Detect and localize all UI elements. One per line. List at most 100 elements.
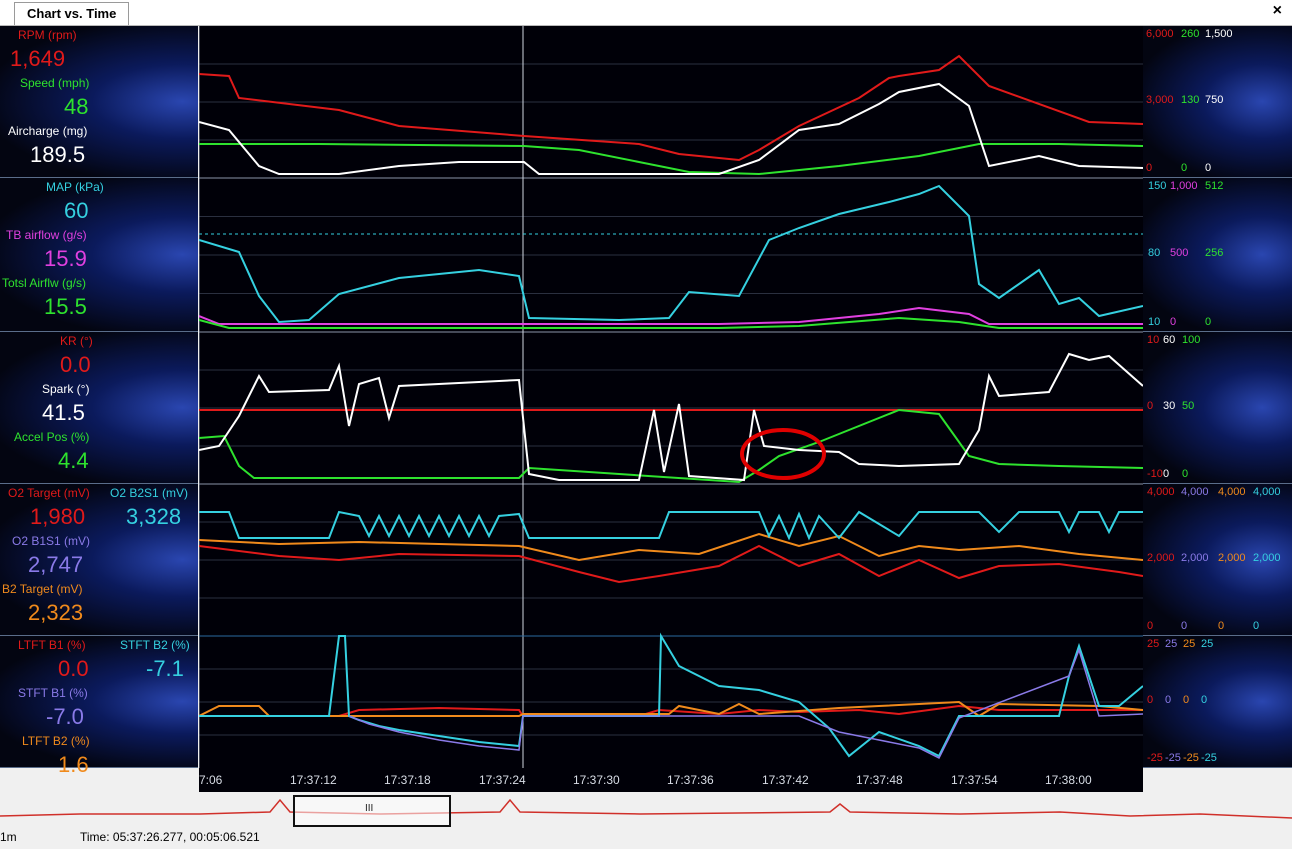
scale-top: 6,000: [1146, 28, 1174, 40]
scale-bot: 0: [1205, 162, 1212, 174]
scale-bot: 10: [1148, 316, 1161, 328]
channel-name: MAP (kPa): [46, 180, 104, 194]
scale-top: 25: [1147, 638, 1160, 650]
channel-name: STFT B2 (%): [120, 638, 190, 652]
channel-value: 2,747: [28, 552, 84, 577]
channel-value: 15.5: [44, 294, 87, 319]
overview-trace: [0, 798, 1292, 819]
panel-2-labels: MAP (kPa) 60 TB airflow (g/s) 15.9 Totsl Air…: [0, 178, 198, 332]
scale-bot: -25: [1165, 752, 1181, 764]
scale-bot: 0: [1146, 162, 1153, 174]
scale-top: 4,000: [1218, 486, 1246, 498]
time-tick-label: 17:37:30: [573, 773, 620, 787]
scale-bot: 0: [1205, 316, 1212, 328]
channel-name: LTFT B2 (%): [22, 734, 90, 748]
scale-top: 25: [1165, 638, 1178, 650]
panel-5-scale: 25 0 -25 25 0 -25 25 0 -25 25 0 -25: [1143, 636, 1292, 768]
panel-3-scale: 10 0 -10 60 30 0 100 50 0: [1143, 332, 1292, 484]
scale-mid: 0: [1165, 694, 1172, 706]
scale-bot: 0: [1218, 620, 1225, 632]
channel-value: -7.0: [46, 704, 84, 729]
channel-name: STFT B1 (%): [18, 686, 88, 700]
scale-top: 1,000: [1170, 180, 1198, 192]
scale-bot: 0: [1170, 316, 1177, 328]
channel-value: 60: [64, 198, 89, 223]
close-icon[interactable]: ×: [1273, 2, 1282, 20]
scale-bot: -25: [1201, 752, 1217, 764]
channel-value: 15.9: [44, 246, 87, 271]
scale-mid: 0: [1183, 694, 1190, 706]
status-left: 1m: [0, 830, 17, 844]
scale-mid: 80: [1148, 247, 1161, 259]
scale-bot: -25: [1183, 752, 1199, 764]
scale-mid: 2,000: [1147, 552, 1175, 564]
plot-area[interactable]: 7:06 17:37:12 17:37:18 17:37:24 17:37:30 17:3…: [199, 26, 1143, 792]
scale-bot: 0: [1181, 162, 1188, 174]
channel-value: 189.5: [30, 142, 86, 167]
scale-mid: 750: [1205, 94, 1224, 106]
time-tick-label: 17:37:48: [856, 773, 903, 787]
channel-value: 48: [64, 94, 89, 119]
panel-5-labels: LTFT B1 (%) 0.0 STFT B1 (%) -7.0 LTFT B2 (%)…: [0, 636, 198, 777]
scale-mid: 0: [1201, 694, 1208, 706]
time-tick-label: 17:37:12: [290, 773, 337, 787]
scale-bot: -10: [1147, 468, 1163, 480]
channel-name: TB airflow (g/s): [6, 228, 87, 242]
overview-rpm-trace: [0, 798, 1292, 819]
time-tick-label: 17:37:18: [384, 773, 431, 787]
tab-chart-vs-time[interactable]: Chart vs. Time: [14, 2, 130, 25]
scale-mid: 30: [1163, 400, 1176, 412]
scale-top: 100: [1182, 334, 1201, 346]
scale-mid: 256: [1205, 247, 1224, 259]
scale-top: 25: [1201, 638, 1214, 650]
panel-4-scale: 4,000 2,000 0 4,000 2,000 0 4,000 2,000 0 4,000 2,…: [1143, 484, 1292, 636]
channel-name: Aircharge (mg): [8, 124, 88, 138]
scale-mid: 0: [1147, 400, 1154, 412]
scale-top: 25: [1183, 638, 1196, 650]
scale-bot: 0: [1181, 620, 1188, 632]
scale-top: 60: [1163, 334, 1176, 346]
channel-value: 0.0: [60, 352, 91, 377]
panel-3-labels: KR (°) 0.0 Spark (°) 41.5 Accel Pos (%) 4.4: [0, 332, 198, 484]
scale-mid: 500: [1170, 247, 1189, 259]
scale-bot: 0: [1163, 468, 1170, 480]
scale-mid: 2,000: [1181, 552, 1209, 564]
channel-name: Totsl Airflw (g/s): [2, 276, 87, 290]
scale-top: 512: [1205, 180, 1224, 192]
overview-grip[interactable]: III: [365, 803, 373, 814]
scale-bot: 0: [1147, 620, 1154, 632]
scale-mid: 2,000: [1218, 552, 1246, 564]
channel-name: Speed (mph): [20, 76, 90, 90]
time-tick-label: 17:37:42: [762, 773, 809, 787]
panel-1-labels: RPM (rpm) 1,649 Speed (mph) 48 Aircharge (mg…: [0, 26, 198, 178]
channel-name: O2 B2S1 (mV): [110, 486, 189, 500]
scale-bot: -25: [1147, 752, 1163, 764]
channel-name: KR (°): [60, 334, 93, 348]
scale-mid: 2,000: [1253, 552, 1281, 564]
channel-value: 1.6: [58, 752, 89, 777]
scale-mid: 130: [1181, 94, 1200, 106]
overview-window[interactable]: III: [293, 795, 451, 827]
channel-value: 1,649: [10, 46, 66, 71]
channel-value: 4.4: [58, 448, 89, 473]
scale-mid: 50: [1182, 400, 1195, 412]
time-tick-label: 17:37:36: [667, 773, 714, 787]
scale-mid: 0: [1147, 694, 1154, 706]
channel-name: O2 B1S1 (mV): [12, 534, 91, 548]
channel-value: -7.1: [146, 656, 184, 681]
scale-top: 10: [1147, 334, 1160, 346]
channel-name: O2 Target (mV): [8, 486, 90, 500]
time-tick-label: 17:37:54: [951, 773, 998, 787]
status-time: Time: 05:37:26.277, 00:05:06.521: [80, 830, 260, 844]
channel-value: 3,328: [126, 504, 182, 529]
time-tick-label: 17:38:00: [1045, 773, 1092, 787]
scale-top: 4,000: [1147, 486, 1175, 498]
channel-name: Spark (°): [42, 382, 90, 396]
channel-name: Accel Pos (%): [14, 430, 90, 444]
scale-top: 4,000: [1181, 486, 1209, 498]
scale-top: 4,000: [1253, 486, 1281, 498]
panel-1-scale: 6,000 3,000 0 260 130 0 1,500 750 0: [1143, 26, 1292, 178]
tab-bar: Chart vs. Time ×: [0, 0, 1292, 26]
time-tick-label: 17:37:24: [479, 773, 526, 787]
time-tick-label: 7:06: [199, 773, 223, 787]
